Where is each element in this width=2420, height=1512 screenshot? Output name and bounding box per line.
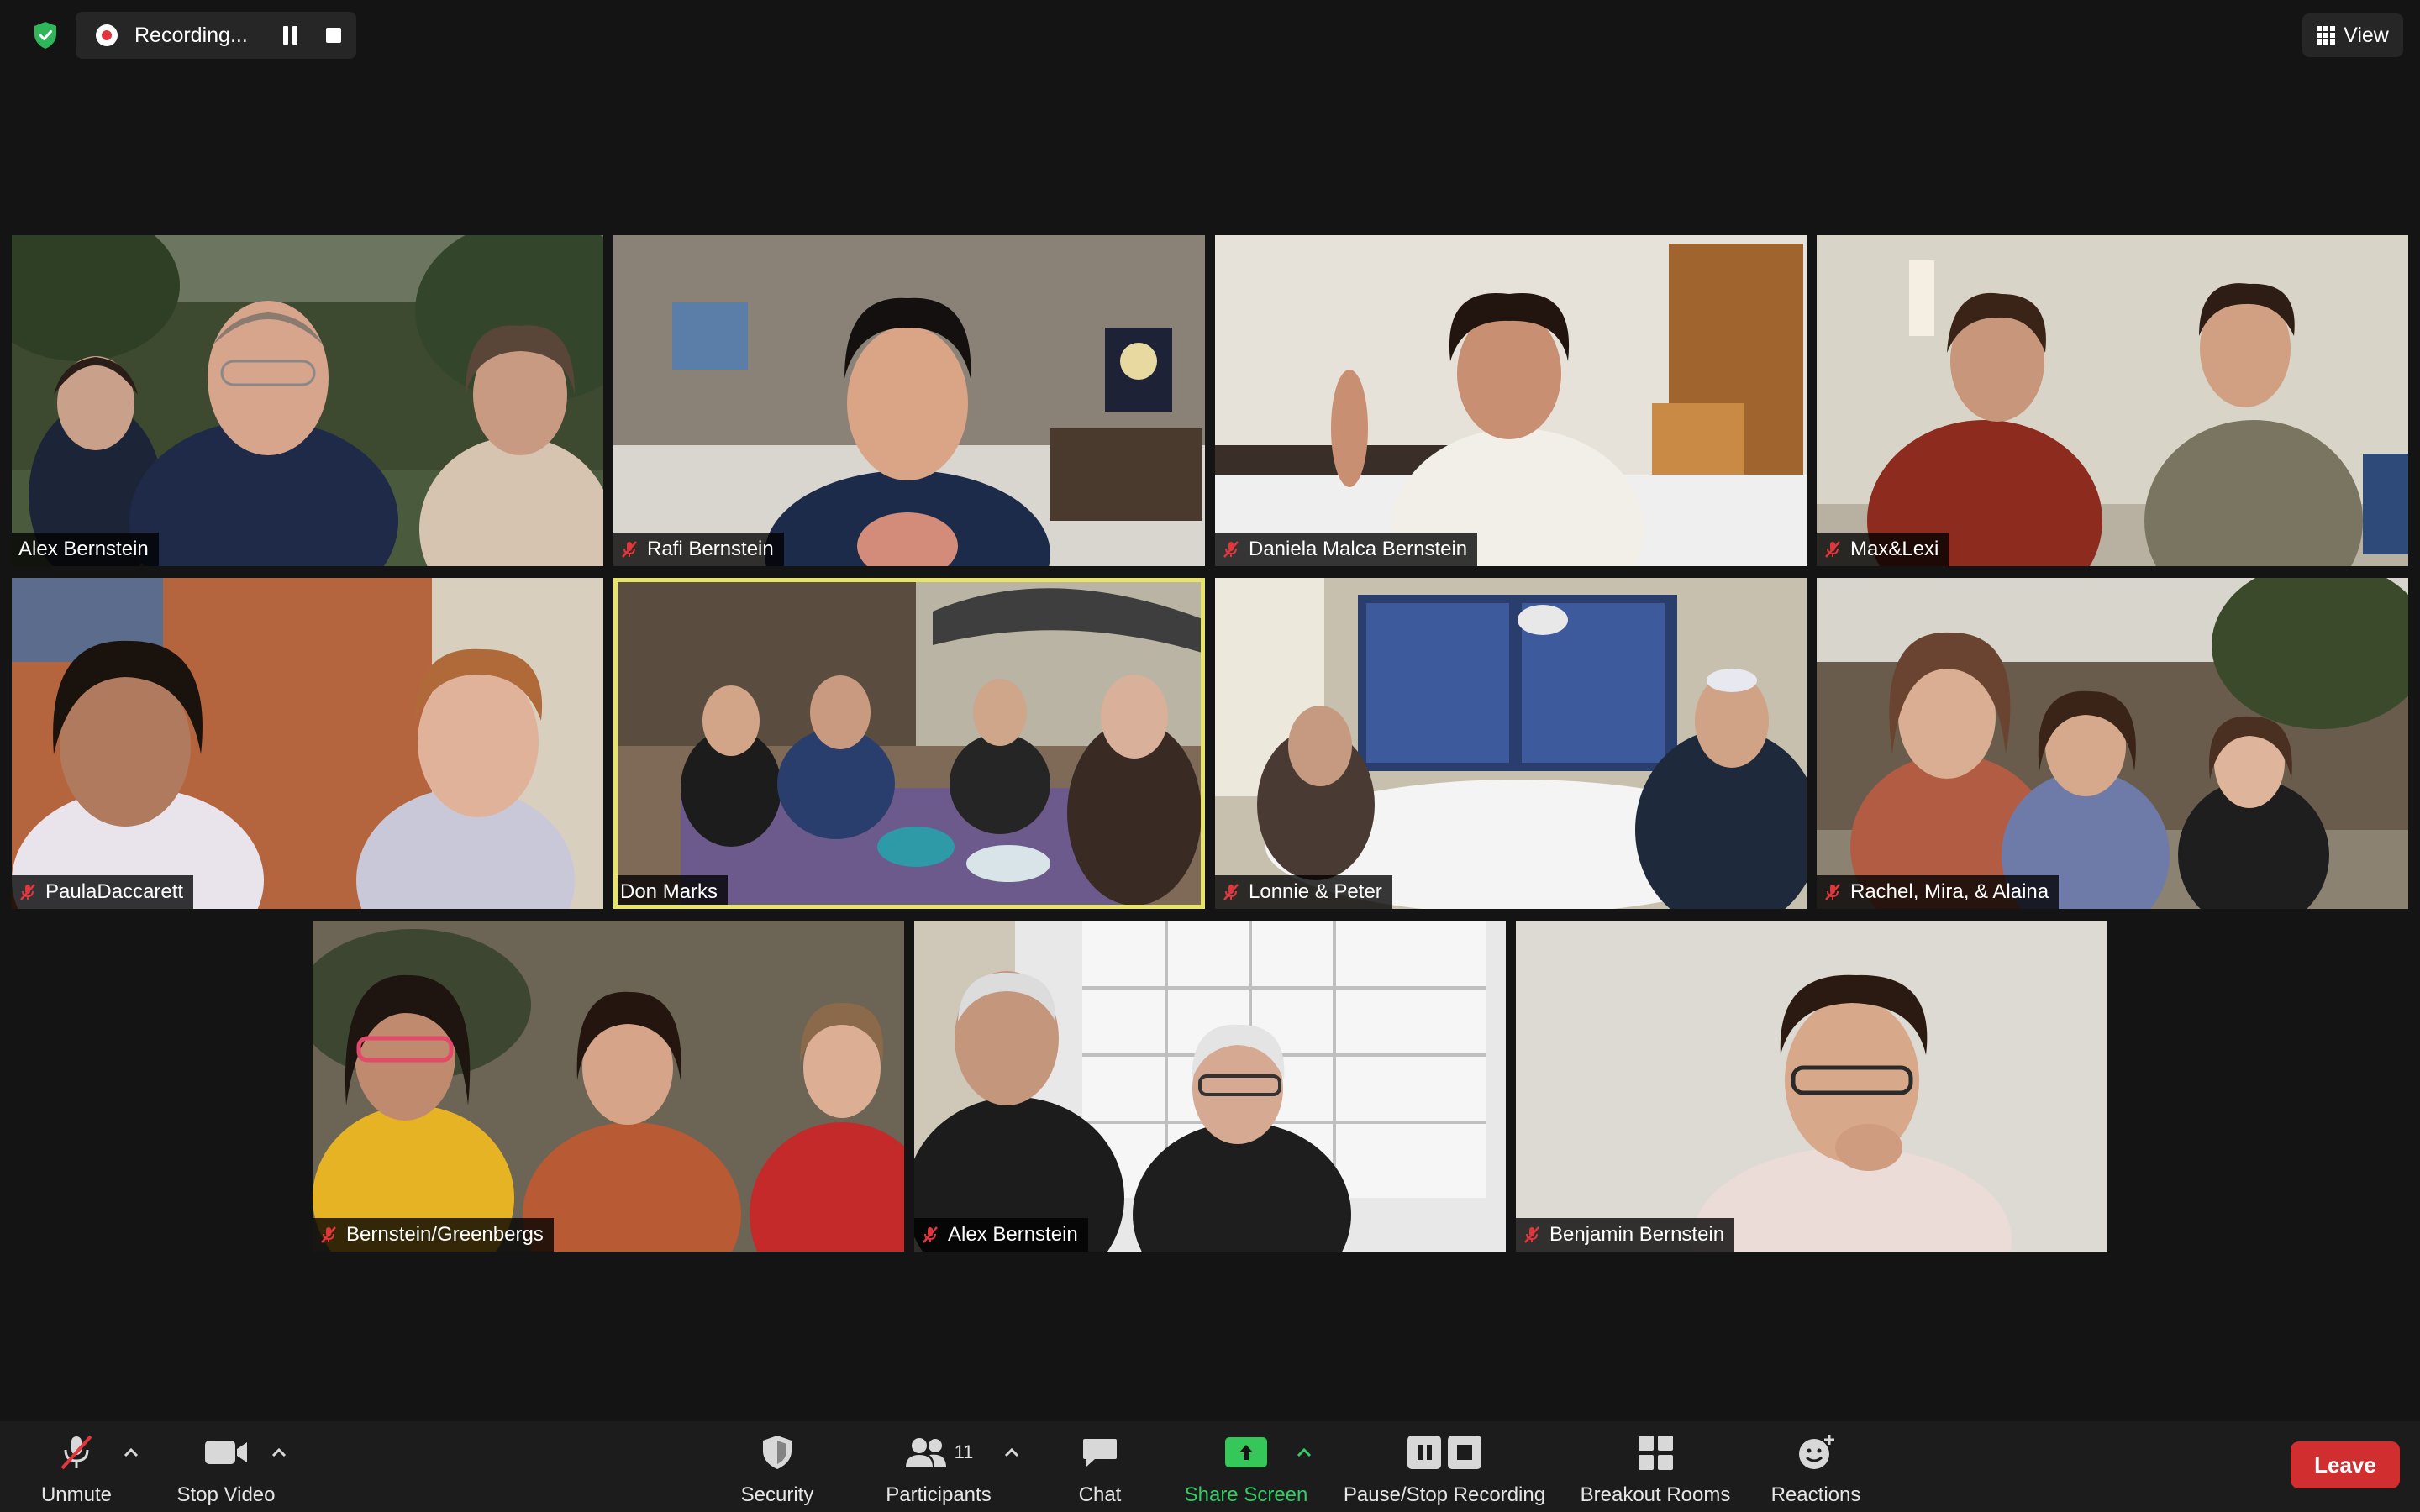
security-label: Security bbox=[740, 1483, 814, 1506]
participants-button[interactable]: 11 Participants bbox=[877, 1433, 1000, 1507]
muted-microphone-icon bbox=[57, 1433, 96, 1472]
video-tile[interactable]: Alex Bernstein bbox=[12, 235, 603, 566]
chevron-up-icon[interactable] bbox=[1003, 1446, 1020, 1458]
muted-microphone-icon bbox=[923, 1226, 938, 1243]
participant-name-tag: Alex Bernstein bbox=[914, 1218, 1088, 1252]
participants-icon: 11 bbox=[904, 1433, 974, 1472]
video-feed bbox=[1817, 578, 2408, 909]
video-tile[interactable]: Rachel, Mira, & Alaina bbox=[1817, 578, 2408, 909]
reactions-button[interactable]: Reactions bbox=[1768, 1433, 1864, 1507]
video-feed bbox=[1215, 578, 1807, 909]
view-button[interactable]: View bbox=[2302, 13, 2403, 57]
participants-count: 11 bbox=[954, 1441, 974, 1462]
participant-name-tag: Lonnie & Peter bbox=[1215, 875, 1392, 909]
participant-name-tag: Bernstein/Greenbergs bbox=[313, 1218, 554, 1252]
video-tile[interactable]: Benjamin Bernstein bbox=[1516, 921, 2107, 1252]
unmute-button[interactable]: Unmute bbox=[39, 1433, 114, 1507]
muted-microphone-icon bbox=[1223, 884, 1239, 900]
video-feed bbox=[1215, 235, 1807, 566]
unmute-label: Unmute bbox=[40, 1483, 113, 1506]
share-screen-icon bbox=[1225, 1437, 1267, 1467]
pause-stop-recording-label: Pause/Stop Recording bbox=[1343, 1483, 1546, 1506]
participant-name: Don Marks bbox=[620, 880, 718, 903]
participant-name-tag: Benjamin Bernstein bbox=[1516, 1218, 1735, 1252]
muted-microphone-icon bbox=[321, 1226, 336, 1243]
meeting-controls-toolbar: Unmute Stop Video Security 11 Participan… bbox=[0, 1421, 2420, 1512]
video-feed bbox=[1817, 235, 2408, 566]
grid-icon bbox=[2317, 26, 2336, 45]
participant-name: Rafi Bernstein bbox=[647, 538, 774, 560]
participant-name: Alex Bernstein bbox=[18, 538, 149, 560]
shield-check-icon[interactable] bbox=[30, 20, 60, 50]
participant-name: Rachel, Mira, & Alaina bbox=[1850, 880, 2049, 903]
muted-microphone-icon bbox=[20, 884, 35, 900]
stop-video-button[interactable]: Stop Video bbox=[171, 1433, 281, 1507]
stop-icon[interactable] bbox=[1448, 1436, 1481, 1469]
video-tile-active-speaker[interactable]: Don Marks bbox=[613, 578, 1205, 909]
muted-microphone-icon bbox=[1524, 1226, 1539, 1243]
video-tile[interactable]: Daniela Malca Bernstein bbox=[1215, 235, 1807, 566]
stop-icon[interactable] bbox=[326, 28, 341, 43]
shield-icon bbox=[760, 1433, 794, 1472]
recording-label: Recording... bbox=[134, 23, 248, 47]
participant-name: Bernstein/Greenbergs bbox=[346, 1223, 544, 1246]
stop-video-label: Stop Video bbox=[176, 1483, 276, 1506]
pause-icon[interactable] bbox=[1407, 1436, 1441, 1469]
chevron-up-icon[interactable] bbox=[123, 1446, 139, 1458]
video-tile[interactable]: Lonnie & Peter bbox=[1215, 578, 1807, 909]
participant-name: PaulaDaccarett bbox=[45, 880, 184, 903]
leave-button[interactable]: Leave bbox=[2291, 1441, 2400, 1488]
zoom-meeting-window: Recording... View Alex Bernstein Rafi Be… bbox=[0, 0, 2420, 1512]
chat-button[interactable]: Chat bbox=[1060, 1433, 1139, 1507]
participant-name: Lonnie & Peter bbox=[1249, 880, 1382, 903]
pause-stop-recording-button[interactable]: Pause/Stop Recording bbox=[1339, 1433, 1549, 1507]
video-tile[interactable]: Alex Bernstein bbox=[914, 921, 1506, 1252]
recording-indicator: Recording... bbox=[76, 12, 356, 59]
participant-name: Alex Bernstein bbox=[948, 1223, 1078, 1246]
pause-icon[interactable] bbox=[281, 26, 299, 45]
security-button[interactable]: Security bbox=[731, 1433, 823, 1507]
video-feed bbox=[1516, 921, 2107, 1252]
video-feed bbox=[12, 578, 603, 909]
video-tile[interactable]: Bernstein/Greenbergs bbox=[313, 921, 904, 1252]
muted-microphone-icon bbox=[1825, 884, 1840, 900]
smiley-plus-icon bbox=[1796, 1433, 1836, 1472]
participants-label: Participants bbox=[886, 1483, 992, 1506]
view-label: View bbox=[2344, 23, 2389, 47]
video-feed bbox=[613, 578, 1205, 909]
chat-label: Chat bbox=[1078, 1483, 1122, 1506]
breakout-rooms-button[interactable]: Breakout Rooms bbox=[1575, 1433, 1736, 1507]
breakout-rooms-label: Breakout Rooms bbox=[1580, 1483, 1731, 1506]
participant-name-tag: Daniela Malca Bernstein bbox=[1215, 533, 1478, 566]
participant-name-tag: Rafi Bernstein bbox=[613, 533, 784, 566]
muted-microphone-icon bbox=[1223, 541, 1239, 558]
video-feed bbox=[613, 235, 1205, 566]
video-tile[interactable]: PaulaDaccarett bbox=[12, 578, 603, 909]
chat-bubble-icon bbox=[1081, 1433, 1118, 1472]
video-tile[interactable]: Rafi Bernstein bbox=[613, 235, 1205, 566]
participant-name: Daniela Malca Bernstein bbox=[1249, 538, 1468, 560]
video-camera-icon bbox=[203, 1433, 249, 1472]
breakout-rooms-icon bbox=[1638, 1435, 1673, 1470]
video-feed bbox=[12, 235, 603, 566]
participant-name-tag: Alex Bernstein bbox=[12, 533, 159, 566]
video-tile[interactable]: Max&Lexi bbox=[1817, 235, 2408, 566]
participant-name-tag: Max&Lexi bbox=[1817, 533, 1949, 566]
participant-name: Max&Lexi bbox=[1850, 538, 1939, 560]
record-icon bbox=[96, 24, 118, 46]
participant-name: Benjamin Bernstein bbox=[1549, 1223, 1725, 1246]
share-screen-label: Share Screen bbox=[1184, 1483, 1308, 1506]
chevron-up-icon[interactable] bbox=[271, 1446, 287, 1458]
reactions-label: Reactions bbox=[1770, 1483, 1861, 1506]
muted-microphone-icon bbox=[1825, 541, 1840, 558]
chevron-up-icon[interactable] bbox=[1296, 1446, 1313, 1458]
video-feed bbox=[313, 921, 904, 1252]
muted-microphone-icon bbox=[622, 541, 637, 558]
participant-name-tag: Don Marks bbox=[613, 875, 729, 909]
share-screen-button[interactable]: Share Screen bbox=[1180, 1433, 1313, 1507]
participant-name-tag: PaulaDaccarett bbox=[12, 875, 194, 909]
participant-name-tag: Rachel, Mira, & Alaina bbox=[1817, 875, 2060, 909]
video-feed bbox=[914, 921, 1506, 1252]
